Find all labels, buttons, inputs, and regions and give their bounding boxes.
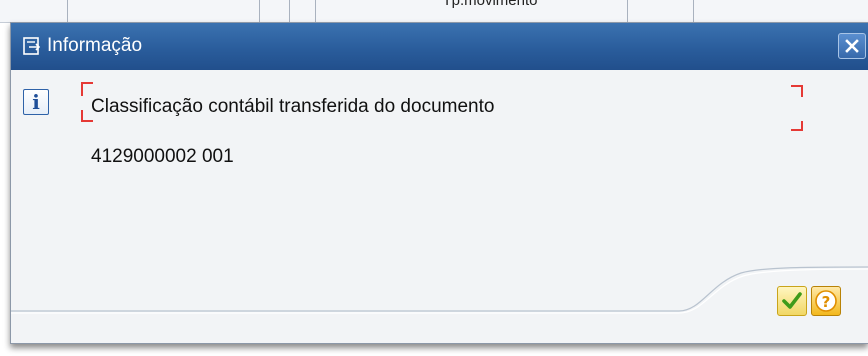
background-column <box>290 0 316 22</box>
background-column <box>260 0 290 22</box>
background-column <box>628 0 694 22</box>
svg-text:?: ? <box>822 293 831 311</box>
info-icon: i <box>23 89 49 115</box>
message-text-line1: Classificação contábil transferida do do… <box>91 96 495 117</box>
background-table-header: Tp.movimento <box>0 0 868 23</box>
focus-marker-top-left <box>81 82 93 96</box>
help-button[interactable]: ? <box>811 286 841 316</box>
dialog-window-icon <box>23 37 41 55</box>
focus-marker-top-right <box>791 85 803 97</box>
close-icon <box>845 39 859 53</box>
information-dialog: Informação i Classificação contábil tran… <box>10 22 868 344</box>
background-column <box>0 0 68 22</box>
close-button[interactable] <box>838 33 866 59</box>
question-mark-icon: ? <box>815 290 837 312</box>
focus-marker-bottom-right <box>791 121 803 131</box>
background-column-header-label: Tp.movimento <box>442 0 538 9</box>
continue-button[interactable] <box>777 286 807 316</box>
dialog-title: Informação <box>47 35 143 56</box>
screen: Tp.movimento Informação i Classificação … <box>0 0 868 356</box>
message-text-line2: 4129000002 001 <box>91 146 234 167</box>
checkmark-icon <box>782 292 802 309</box>
background-column <box>68 0 260 22</box>
dialog-titlebar[interactable]: Informação <box>11 23 868 70</box>
footer-divider <box>11 266 868 314</box>
